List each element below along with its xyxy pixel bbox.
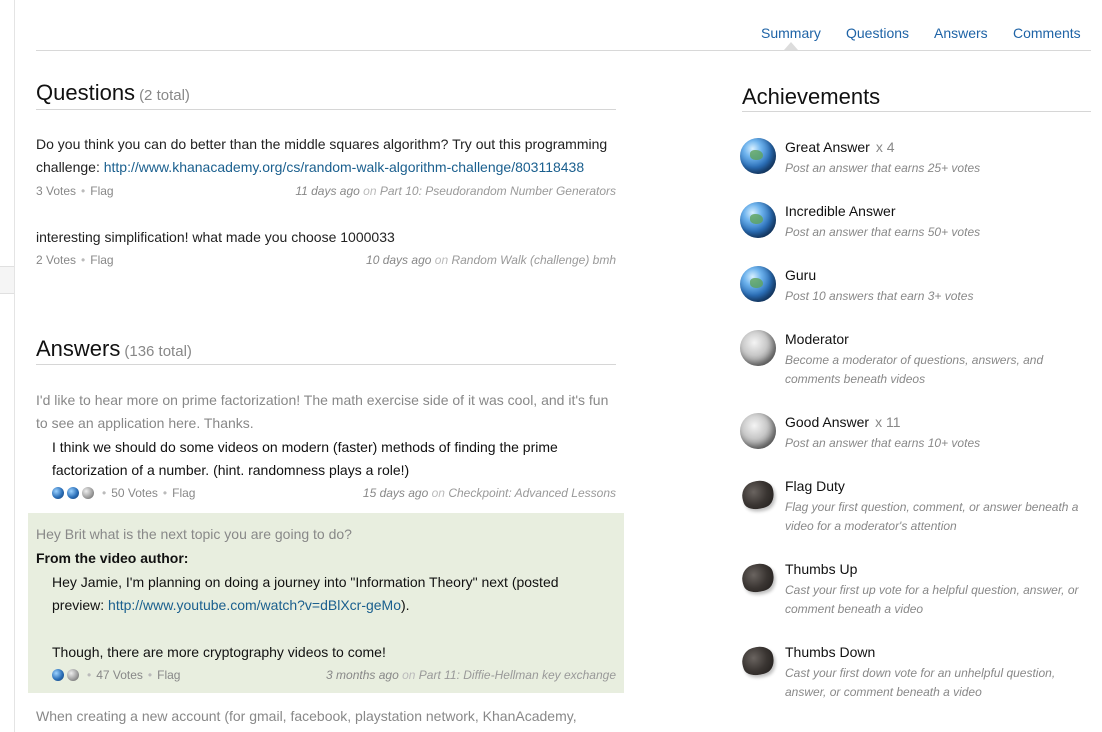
tab-summary[interactable]: Summary bbox=[761, 25, 821, 41]
moon-badge-icon bbox=[67, 669, 79, 681]
achievement-count: x 11 bbox=[875, 414, 901, 430]
questions-divider bbox=[36, 109, 616, 110]
achievement-title: Moderator bbox=[785, 331, 849, 347]
post-time: 15 days ago bbox=[362, 486, 429, 500]
moon-badge-icon bbox=[740, 413, 776, 449]
tab-comments[interactable]: Comments bbox=[1013, 25, 1081, 41]
achievement-name: Flag Duty bbox=[785, 478, 845, 494]
achievement-name: Good Answer bbox=[785, 414, 870, 430]
achievement-desc: Cast your first up vote for a helpful qu… bbox=[785, 583, 1079, 616]
achievement-title: Flag Duty bbox=[785, 478, 845, 494]
questions-total: (2 total) bbox=[139, 87, 190, 104]
flag-link[interactable]: Flag bbox=[90, 253, 113, 267]
vote-count: 47 Votes bbox=[96, 668, 143, 682]
achievement-name: Thumbs Down bbox=[785, 644, 876, 660]
answered-question-text: I'd like to hear more on prime factoriza… bbox=[36, 392, 609, 431]
achievement-title: Thumbs Down bbox=[785, 644, 875, 660]
post-time: 11 days ago bbox=[295, 184, 360, 198]
vote-count: 50 Votes bbox=[111, 486, 158, 500]
question-item: Do you think you can do better than the … bbox=[36, 133, 616, 179]
tab-questions[interactable]: Questions bbox=[846, 25, 909, 41]
post-time: 3 months ago bbox=[326, 668, 399, 682]
achievement-title: Guru bbox=[785, 267, 816, 283]
flag-link[interactable]: Flag bbox=[90, 184, 113, 198]
answer-text: Hey Jamie, I'm planning on doing a journ… bbox=[52, 571, 612, 617]
achievement-name: Thumbs Up bbox=[785, 561, 858, 577]
earth-badge-icon bbox=[52, 487, 64, 499]
on-label: on bbox=[434, 253, 449, 267]
achievement-desc: Post an answer that earns 25+ votes bbox=[785, 161, 981, 175]
answer-meta: • 47 Votes • Flag 3 months ago on Part 11: … bbox=[52, 668, 616, 682]
answered-question-text: Hey Brit what is the next topic you are … bbox=[36, 526, 352, 542]
achievement-title: Thumbs Up bbox=[785, 561, 857, 577]
video-link[interactable]: Checkpoint: Advanced Lessons bbox=[448, 486, 616, 500]
achievement-title: Great Answer x 4 bbox=[785, 139, 895, 155]
moon-badge-icon bbox=[740, 330, 776, 366]
answers-total: (136 total) bbox=[124, 343, 192, 360]
answers-title: Answers bbox=[36, 336, 121, 361]
moon-badge-icon bbox=[82, 487, 94, 499]
achievement-name: Moderator bbox=[785, 331, 849, 347]
questions-heading: Questions (2 total) bbox=[36, 80, 190, 106]
post-time: 10 days ago bbox=[366, 253, 432, 267]
achievement-title: Good Answer x 11 bbox=[785, 414, 901, 430]
earth-badge-icon bbox=[67, 487, 79, 499]
answers-divider bbox=[36, 364, 616, 365]
question-meta: 3 Votes • Flag 11 days ago on Part 10: Pse… bbox=[36, 184, 616, 198]
achievement-name: Great Answer bbox=[785, 139, 870, 155]
on-label: on bbox=[431, 486, 445, 500]
achievements-title: Achievements bbox=[742, 84, 881, 109]
achievements-divider bbox=[742, 111, 1091, 112]
achievement-name: Incredible Answer bbox=[785, 203, 896, 219]
on-label: on bbox=[363, 184, 377, 198]
active-tab-caret-icon bbox=[784, 42, 798, 50]
video-link[interactable]: Part 11: Diffie-Hellman key exchange bbox=[419, 668, 616, 682]
achievement-desc: Flag your first question, comment, or an… bbox=[785, 500, 1079, 533]
answer-text-part: ). bbox=[401, 597, 410, 613]
achievement-desc: Become a moderator of questions, answers… bbox=[785, 353, 1044, 386]
rock-badge-icon bbox=[738, 476, 778, 514]
answered-question-text: When creating a new account (for gmail, … bbox=[36, 708, 577, 724]
vote-count: 2 Votes bbox=[36, 253, 77, 267]
achievement-desc: Cast your first down vote for an unhelpf… bbox=[785, 666, 1056, 699]
flag-link[interactable]: Flag bbox=[157, 668, 180, 682]
earth-badge-icon bbox=[740, 266, 776, 302]
answer-link[interactable]: http://www.youtube.com/watch?v=dBlXcr-ge… bbox=[108, 597, 401, 613]
achievement-count: x 4 bbox=[875, 139, 895, 155]
on-label: on bbox=[402, 668, 416, 682]
profile-tab-bar bbox=[36, 0, 1091, 51]
left-rail bbox=[0, 0, 15, 732]
achievement-title: Incredible Answer bbox=[785, 203, 896, 219]
rock-badge-icon bbox=[738, 642, 778, 680]
flag-link[interactable]: Flag bbox=[172, 486, 195, 500]
video-link[interactable]: Part 10: Pseudorandom Number Generators bbox=[380, 184, 616, 198]
video-author-label: From the video author: bbox=[36, 550, 189, 566]
questions-title: Questions bbox=[36, 80, 136, 105]
answers-heading: Answers (136 total) bbox=[36, 336, 192, 362]
video-link[interactable]: Random Walk (challenge) bmh bbox=[451, 253, 616, 267]
question-item: interesting simplification! what made yo… bbox=[36, 226, 616, 249]
vote-count: 3 Votes bbox=[36, 184, 77, 198]
achievement-desc: Post 10 answers that earn 3+ votes bbox=[785, 289, 974, 303]
tab-answers[interactable]: Answers bbox=[934, 25, 988, 41]
earth-badge-icon bbox=[52, 669, 64, 681]
achievement-name: Guru bbox=[785, 267, 817, 283]
question-meta: 2 Votes • Flag 10 days ago on Random Walk … bbox=[36, 253, 616, 267]
question-link[interactable]: http://www.khanacademy.org/cs/random-wal… bbox=[104, 159, 584, 175]
rock-badge-icon bbox=[738, 559, 778, 597]
answer-meta: • 50 Votes • Flag 15 days ago on Checkpoint… bbox=[52, 486, 616, 500]
earth-badge-icon bbox=[740, 202, 776, 238]
answer-text: Though, there are more cryptography vide… bbox=[52, 644, 386, 660]
achievement-desc: Post an answer that earns 10+ votes bbox=[785, 436, 981, 450]
earth-badge-icon bbox=[740, 138, 776, 174]
achievement-desc: Post an answer that earns 50+ votes bbox=[785, 225, 981, 239]
question-text: interesting simplification! what made yo… bbox=[36, 229, 395, 245]
answer-text: I think we should do some videos on mode… bbox=[52, 439, 558, 478]
left-rail-tab[interactable] bbox=[0, 266, 14, 294]
